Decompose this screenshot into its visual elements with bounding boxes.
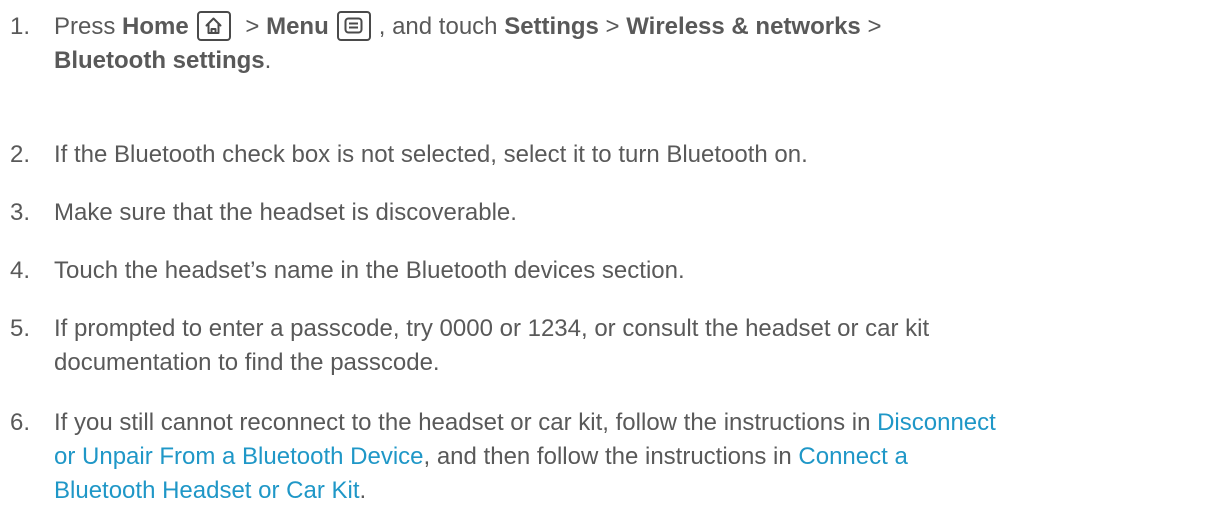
step-text: If you still cannot reconnect to the hea…: [54, 409, 871, 436]
step-text: If the Bluetooth check box is not select…: [54, 141, 808, 168]
step-text: Make sure that the headset is discoverab…: [54, 199, 517, 226]
step-text: Press: [54, 13, 116, 40]
separator: >: [605, 13, 620, 40]
step-2: 2. If the Bluetooth check box is not sel…: [10, 138, 1210, 172]
separator: >: [867, 13, 882, 40]
instruction-document: 1. Press Home > Menu , and touch Settings…: [0, 0, 1220, 527]
step-text: , and touch: [378, 13, 498, 40]
step-1: 1. Press Home > Menu , and touch Settings…: [10, 10, 1210, 78]
step-number: 4.: [10, 257, 31, 284]
link-text[interactable]: Bluetooth Headset or Car Kit: [54, 477, 360, 504]
step-4: 4. Touch the headset’s name in the Bluet…: [10, 254, 1210, 288]
link-text[interactable]: or Unpair From a Bluetooth Device: [54, 443, 424, 470]
step-text: .: [264, 47, 272, 74]
home-key-icon: [196, 10, 231, 41]
step-number: 2.: [10, 141, 31, 168]
step-number: 5.: [10, 315, 31, 342]
bluetooth-settings-label: Bluetooth settings: [54, 47, 265, 74]
menu-key-icon: [336, 10, 371, 41]
step-text: , and then follow the instructions in: [423, 443, 792, 470]
menu-key-label: Menu: [266, 13, 329, 40]
step-6: 6. If you still cannot reconnect to the …: [10, 406, 1210, 508]
step-number: 1.: [10, 13, 31, 40]
step-text: documentation to find the passcode.: [54, 349, 440, 376]
home-key-label: Home: [122, 13, 189, 40]
link-text[interactable]: Connect a: [798, 443, 907, 470]
step-number: 6.: [10, 409, 31, 436]
settings-label: Settings: [504, 13, 599, 40]
step-3: 3. Make sure that the headset is discove…: [10, 196, 1210, 230]
step-text: Touch the headset’s name in the Bluetoot…: [54, 257, 685, 284]
step-number: 3.: [10, 199, 31, 226]
separator: >: [245, 13, 260, 40]
link-text[interactable]: Disconnect: [877, 409, 996, 436]
step-text: .: [359, 477, 367, 504]
wireless-networks-label: Wireless & networks: [626, 13, 861, 40]
step-5: 5. If prompted to enter a passcode, try …: [10, 312, 1210, 380]
step-text: If prompted to enter a passcode, try 000…: [54, 315, 930, 342]
